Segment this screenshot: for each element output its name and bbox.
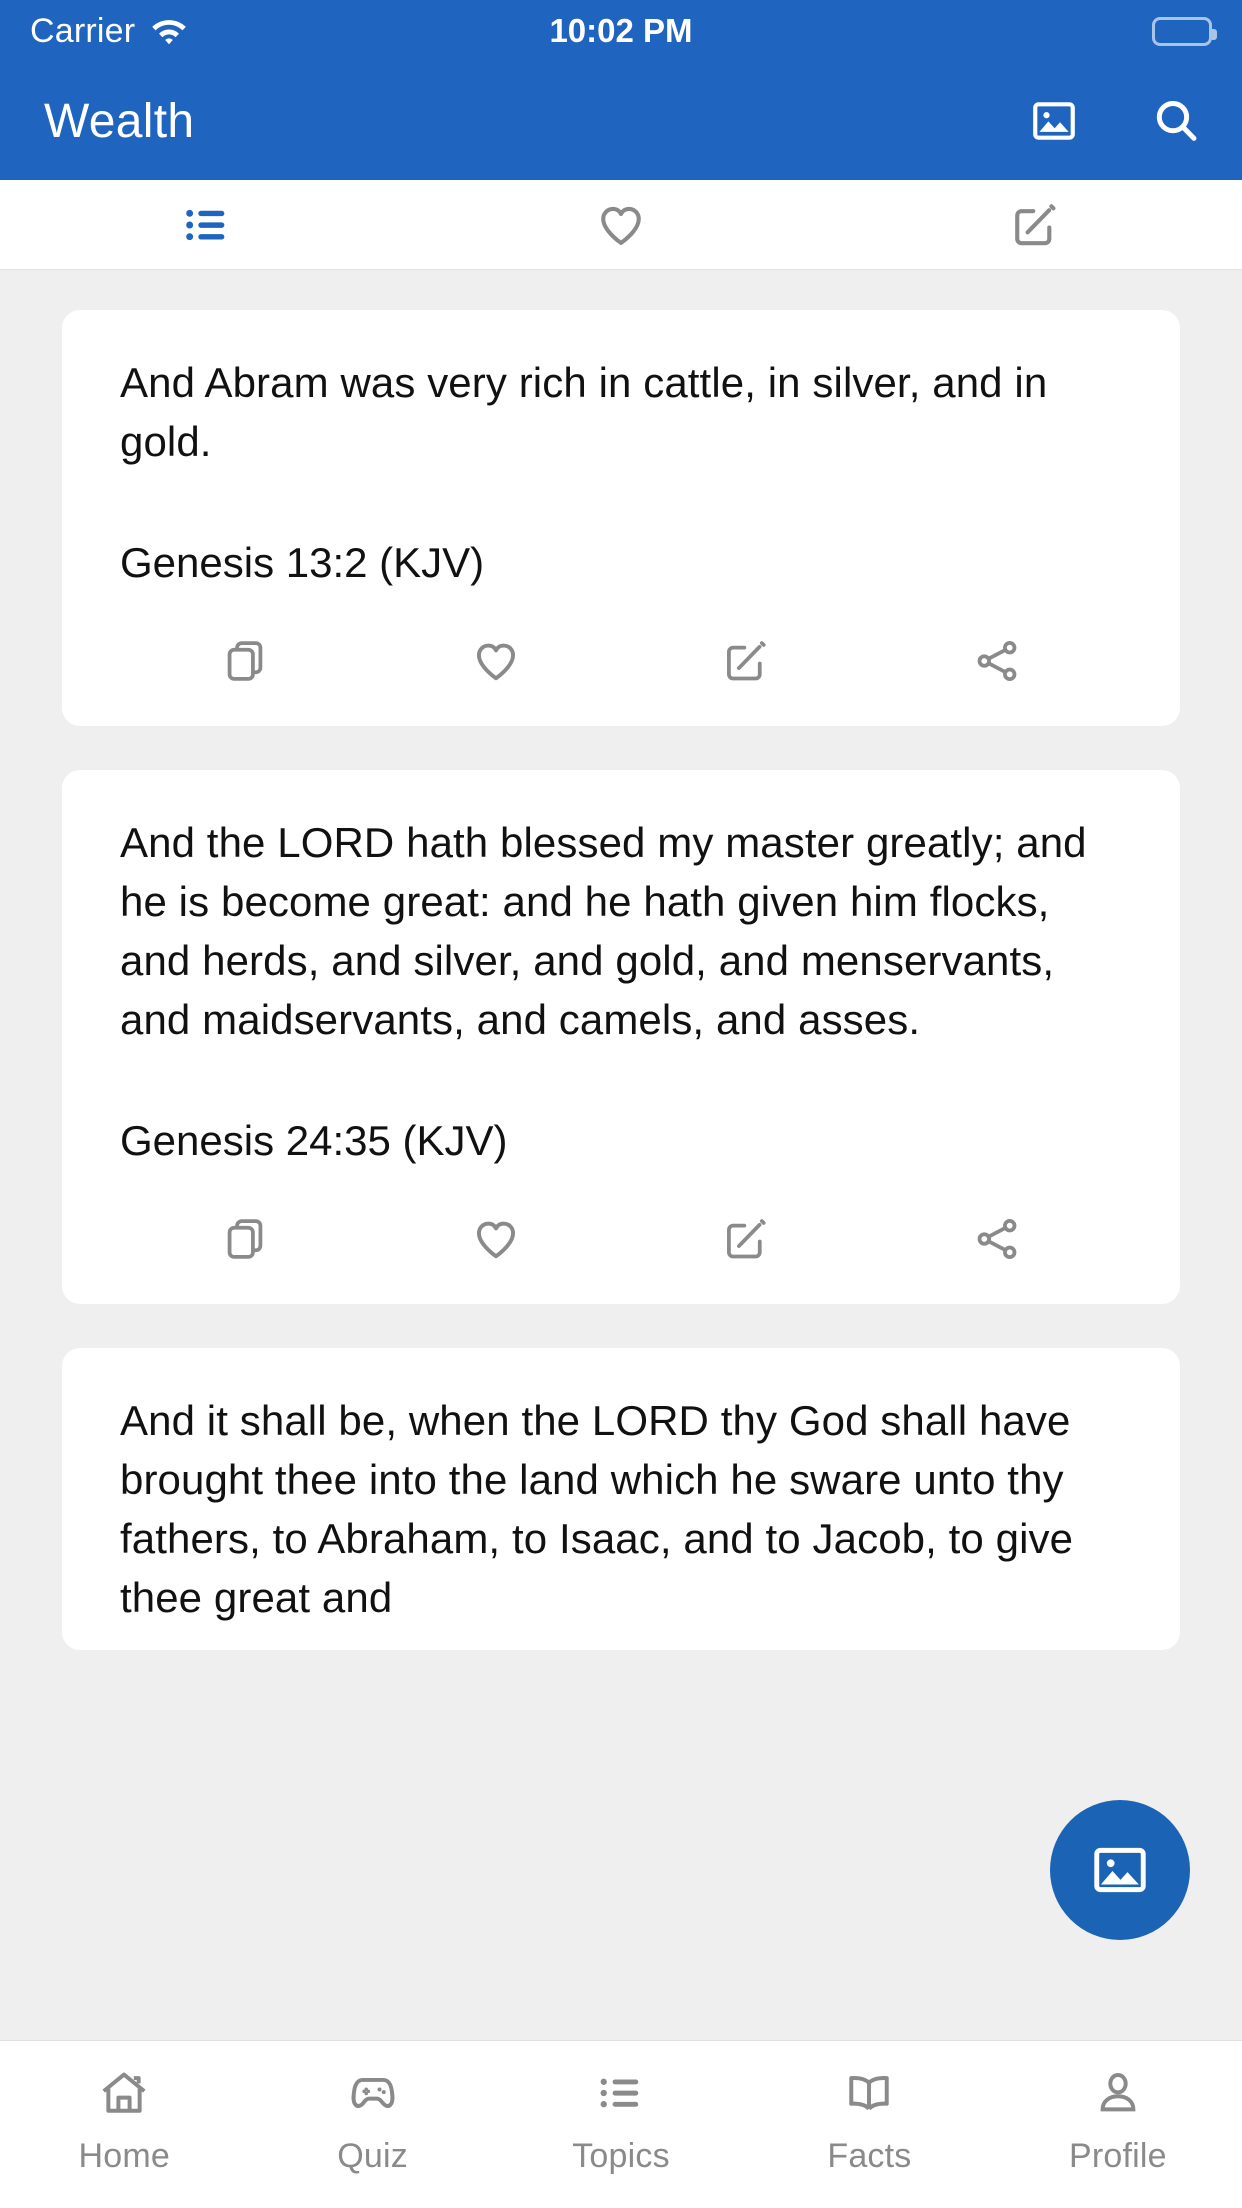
copy-action[interactable] xyxy=(120,636,371,686)
status-bar-right xyxy=(1152,16,1217,46)
nav-quiz[interactable]: Quiz xyxy=(248,2065,496,2176)
book-icon xyxy=(841,2065,897,2121)
wifi-icon xyxy=(149,15,189,47)
image-fab[interactable] xyxy=(1050,1800,1190,1940)
nav-topics[interactable]: Topics xyxy=(497,2065,745,2176)
app-bar-actions xyxy=(1026,93,1204,149)
nav-label: Facts xyxy=(827,2137,912,2175)
copy-action[interactable] xyxy=(120,1214,371,1264)
home-icon xyxy=(96,2065,152,2121)
verse-text: And the LORD hath blessed my master grea… xyxy=(120,819,1087,1043)
edit-action[interactable] xyxy=(621,636,872,686)
tab-favorites[interactable] xyxy=(414,180,828,269)
battery-full-icon xyxy=(1152,16,1217,46)
edit-action[interactable] xyxy=(621,1214,872,1264)
tab-notes[interactable] xyxy=(828,180,1242,269)
verse-card[interactable]: And it shall be, when the LORD thy God s… xyxy=(62,1348,1180,1650)
page-title: Wealth xyxy=(44,94,195,148)
status-bar: Carrier 10:02 PM xyxy=(0,0,1242,62)
person-icon xyxy=(1090,2065,1146,2121)
nav-label: Home xyxy=(78,2137,170,2175)
share-action[interactable] xyxy=(872,636,1123,686)
verse-card-actions xyxy=(120,636,1122,704)
verse-reference: Genesis 24:35 (KJV) xyxy=(120,1116,508,1164)
verse-card-actions xyxy=(120,1214,1122,1282)
list-icon xyxy=(181,199,233,251)
list-icon xyxy=(593,2065,649,2121)
verse-card[interactable]: And Abram was very rich in cattle, in si… xyxy=(62,310,1180,727)
heart-icon xyxy=(595,199,647,251)
segment-tab-bar xyxy=(0,180,1242,270)
nav-facts[interactable]: Facts xyxy=(745,2065,993,2176)
verse-list[interactable]: And Abram was very rich in cattle, in si… xyxy=(0,270,1242,2040)
favorite-action[interactable] xyxy=(371,636,622,686)
tab-list[interactable] xyxy=(0,180,414,269)
favorite-action[interactable] xyxy=(371,1214,622,1264)
status-bar-left: Carrier xyxy=(30,12,189,51)
verse-text: And it shall be, when the LORD thy God s… xyxy=(120,1397,1074,1621)
bottom-nav: Home Quiz Topics Facts Profile xyxy=(0,2040,1242,2208)
image-icon[interactable] xyxy=(1026,93,1082,149)
verse-text: And Abram was very rich in cattle, in si… xyxy=(120,359,1048,465)
carrier-label: Carrier xyxy=(30,11,136,50)
app-bar: Wealth xyxy=(0,62,1242,180)
search-icon[interactable] xyxy=(1148,93,1204,149)
share-action[interactable] xyxy=(872,1214,1123,1264)
verse-reference: Genesis 13:2 (KJV) xyxy=(120,538,485,586)
verse-card[interactable]: And the LORD hath blessed my master grea… xyxy=(62,770,1180,1305)
app-root: Carrier 10:02 PM Wealth And Abram was ve… xyxy=(0,0,1242,2208)
nav-label: Quiz xyxy=(337,2137,408,2175)
nav-profile[interactable]: Profile xyxy=(994,2065,1242,2176)
gamepad-icon xyxy=(345,2065,401,2121)
nav-label: Topics xyxy=(572,2137,670,2175)
nav-home[interactable]: Home xyxy=(0,2065,248,2176)
nav-label: Profile xyxy=(1068,2137,1167,2175)
edit-square-icon xyxy=(1009,199,1061,251)
